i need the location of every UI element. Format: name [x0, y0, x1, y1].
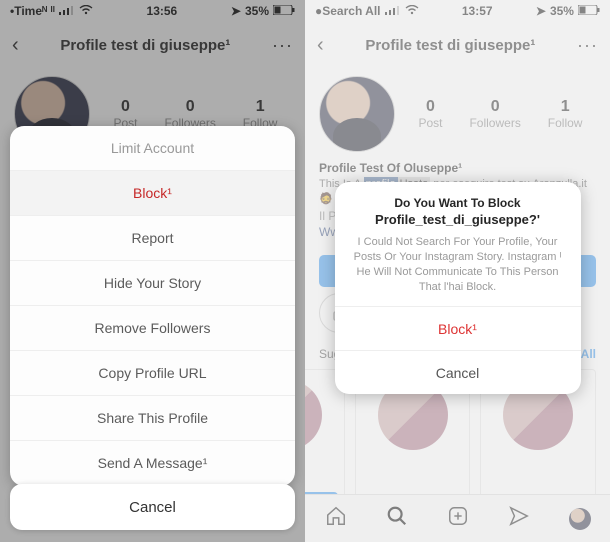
dialog-body: I Could Not Search For Your Profile, You…: [335, 235, 581, 306]
sheet-report[interactable]: Report: [10, 216, 295, 261]
dialog-block-button[interactable]: Block¹: [335, 306, 581, 350]
sheet-share-profile[interactable]: Share This Profile: [10, 396, 295, 441]
sheet-block[interactable]: Block¹: [10, 171, 295, 216]
sheet-limit-account[interactable]: Limit Account: [10, 126, 295, 171]
dialog-subtitle: Profile_test_di_giuseppe?': [335, 212, 581, 235]
sheet-send-message[interactable]: Send A Message¹: [10, 441, 295, 486]
sheet-remove-followers[interactable]: Remove Followers: [10, 306, 295, 351]
dialog-cancel-button[interactable]: Cancel: [335, 350, 581, 394]
sheet-cancel-button[interactable]: Cancel: [10, 484, 295, 530]
phone-left: •Timeᴺ ᴵᴵ 13:56 ➤ 35% ‹ Profile test di …: [0, 0, 305, 542]
dialog-title: Do You Want To Block: [335, 182, 581, 212]
block-confirm-dialog: Do You Want To Block Profile_test_di_giu…: [335, 182, 581, 394]
sheet-copy-url[interactable]: Copy Profile URL: [10, 351, 295, 396]
phone-right: ●Search All 13:57 ➤ 35% ‹ Profile test d…: [305, 0, 610, 542]
sheet-hide-story[interactable]: Hide Your Story: [10, 261, 295, 306]
action-sheet: Limit Account Block¹ Report Hide Your St…: [10, 126, 295, 486]
